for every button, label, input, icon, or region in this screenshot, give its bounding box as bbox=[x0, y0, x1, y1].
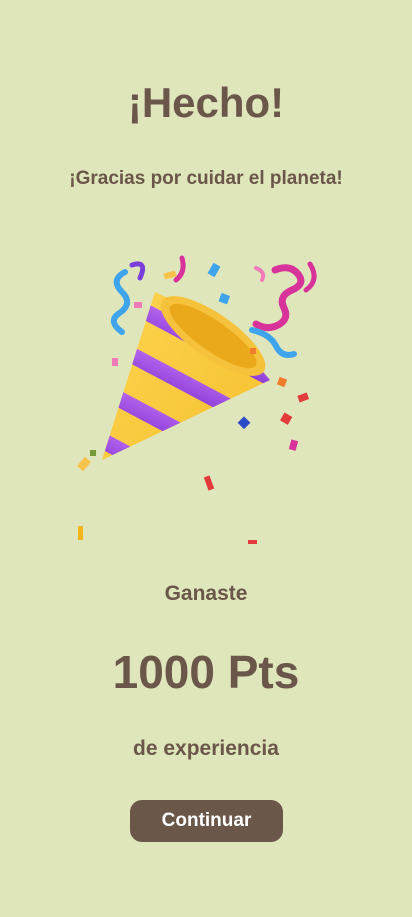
experience-label: de experiencia bbox=[133, 737, 279, 760]
earned-label: Ganaste bbox=[164, 582, 248, 605]
party-popper-icon bbox=[70, 250, 330, 550]
page-subtitle: ¡Gracias por cuidar el planeta! bbox=[69, 168, 343, 189]
points-value: 1000 Pts bbox=[112, 646, 300, 698]
page-title: ¡Hecho! bbox=[127, 79, 285, 126]
continue-button[interactable]: Continuar bbox=[130, 800, 283, 842]
